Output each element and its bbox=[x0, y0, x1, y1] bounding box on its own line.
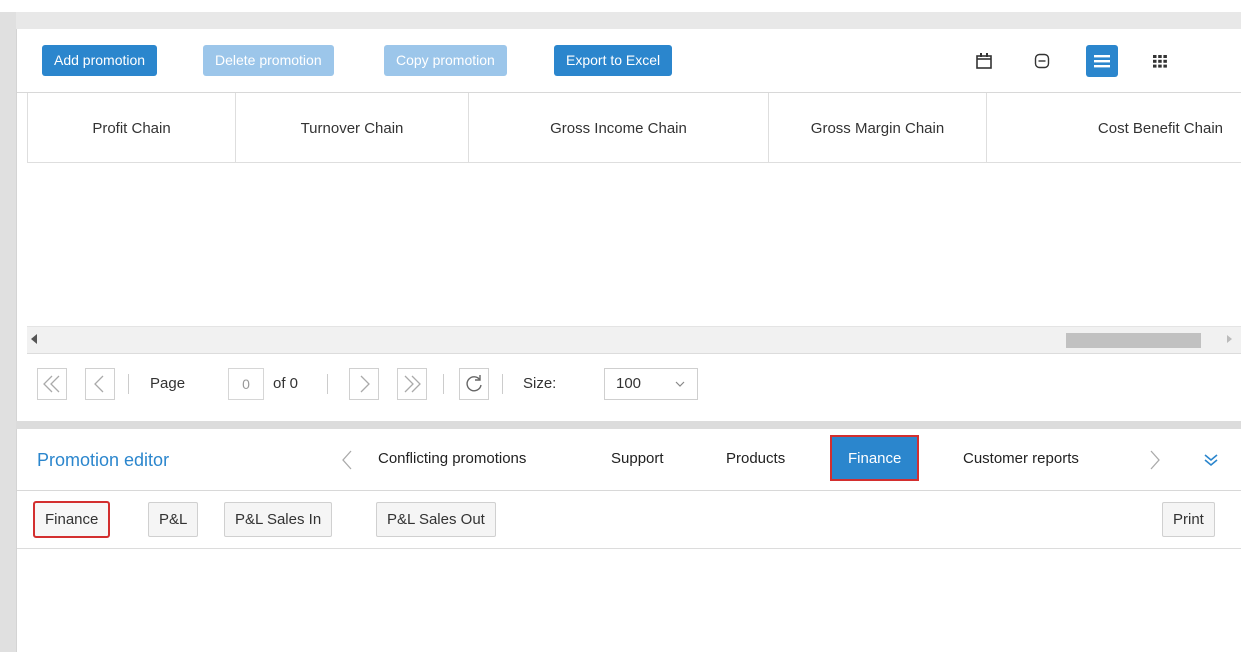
grid-body bbox=[27, 163, 1241, 326]
last-page-button[interactable] bbox=[397, 368, 427, 400]
scroll-left-icon[interactable] bbox=[31, 334, 37, 344]
prev-page-button[interactable] bbox=[85, 368, 115, 400]
panel-divider[interactable] bbox=[16, 421, 1241, 429]
double-chevron-left-icon bbox=[43, 375, 60, 393]
refresh-icon bbox=[466, 375, 482, 392]
top-strip bbox=[0, 0, 1241, 12]
finance-subtabs: Finance P&L P&L Sales In P&L Sales Out P… bbox=[17, 491, 1241, 549]
column-header[interactable]: Gross Margin Chain bbox=[769, 93, 987, 163]
refresh-button[interactable] bbox=[459, 368, 489, 400]
list-view-icon[interactable] bbox=[1086, 45, 1118, 77]
top-band bbox=[16, 12, 1241, 29]
horizontal-scrollbar[interactable] bbox=[27, 326, 1241, 353]
pager: Page 0 of 0 Size: 100 bbox=[27, 353, 1241, 415]
app-root: Add promotion Delete promotion Copy prom… bbox=[0, 0, 1241, 652]
subtab-pl-sales-in[interactable]: P&L Sales In bbox=[224, 502, 333, 537]
tab-conflicting-promotions[interactable]: Conflicting promotions bbox=[378, 437, 526, 479]
pager-separator bbox=[128, 374, 129, 394]
grid-header: Profit Chain Turnover Chain Gross Income… bbox=[27, 93, 1241, 163]
chevron-right-icon bbox=[360, 375, 370, 393]
tabs-scroll-right-icon[interactable] bbox=[1147, 445, 1163, 475]
editor-header: Promotion editor Conflicting promotions … bbox=[17, 429, 1241, 491]
promotion-editor-panel: Promotion editor Conflicting promotions … bbox=[16, 429, 1241, 652]
column-header[interactable]: Profit Chain bbox=[28, 93, 236, 163]
next-page-button[interactable] bbox=[349, 368, 379, 400]
column-header[interactable]: Gross Income Chain bbox=[469, 93, 769, 163]
chevron-left-icon bbox=[94, 375, 104, 393]
tab-finance[interactable]: Finance bbox=[829, 435, 920, 481]
page-size-value: 100 bbox=[616, 375, 642, 392]
promotions-panel: Add promotion Delete promotion Copy prom… bbox=[16, 29, 1241, 421]
scroll-right-icon[interactable] bbox=[1227, 335, 1232, 343]
tabs-scroll-left-icon[interactable] bbox=[339, 445, 355, 475]
left-strip bbox=[0, 12, 16, 652]
pager-separator bbox=[327, 374, 328, 394]
grid-view-icon[interactable] bbox=[1145, 46, 1175, 76]
double-chevron-right-icon bbox=[404, 375, 421, 393]
page-label: Page bbox=[150, 375, 186, 392]
tab-support[interactable]: Support bbox=[611, 437, 664, 479]
subtab-pl-sales-out[interactable]: P&L Sales Out bbox=[376, 502, 496, 537]
tab-customer-reports[interactable]: Customer reports bbox=[963, 437, 1079, 479]
page-size-select[interactable]: 100 bbox=[604, 368, 698, 400]
first-page-button[interactable] bbox=[37, 368, 67, 400]
export-to-excel-button[interactable]: Export to Excel bbox=[554, 45, 673, 76]
page-size-label: Size: bbox=[523, 375, 557, 392]
delete-promotion-button[interactable]: Delete promotion bbox=[203, 45, 334, 76]
pager-separator bbox=[502, 374, 503, 394]
promotions-toolbar: Add promotion Delete promotion Copy prom… bbox=[17, 29, 1241, 93]
chevron-down-icon bbox=[675, 381, 685, 387]
scrollbar-thumb[interactable] bbox=[1066, 333, 1201, 348]
copy-promotion-button[interactable]: Copy promotion bbox=[384, 45, 507, 76]
tab-products[interactable]: Products bbox=[726, 437, 785, 479]
subtab-finance[interactable]: Finance bbox=[32, 501, 111, 538]
page-count-label: of 0 bbox=[273, 375, 299, 392]
print-button[interactable]: Print bbox=[1162, 502, 1215, 537]
expand-down-icon[interactable] bbox=[1203, 453, 1219, 467]
pager-separator bbox=[443, 374, 444, 394]
add-promotion-button[interactable]: Add promotion bbox=[42, 45, 158, 76]
column-header[interactable]: Cost Benefit Chain bbox=[987, 93, 1241, 163]
subtab-pl[interactable]: P&L bbox=[148, 502, 199, 537]
column-header[interactable]: Turnover Chain bbox=[236, 93, 469, 163]
calendar-icon[interactable] bbox=[969, 46, 999, 76]
collapse-icon[interactable] bbox=[1027, 46, 1057, 76]
page-number-input[interactable]: 0 bbox=[228, 368, 264, 400]
editor-title: Promotion editor bbox=[37, 450, 170, 470]
